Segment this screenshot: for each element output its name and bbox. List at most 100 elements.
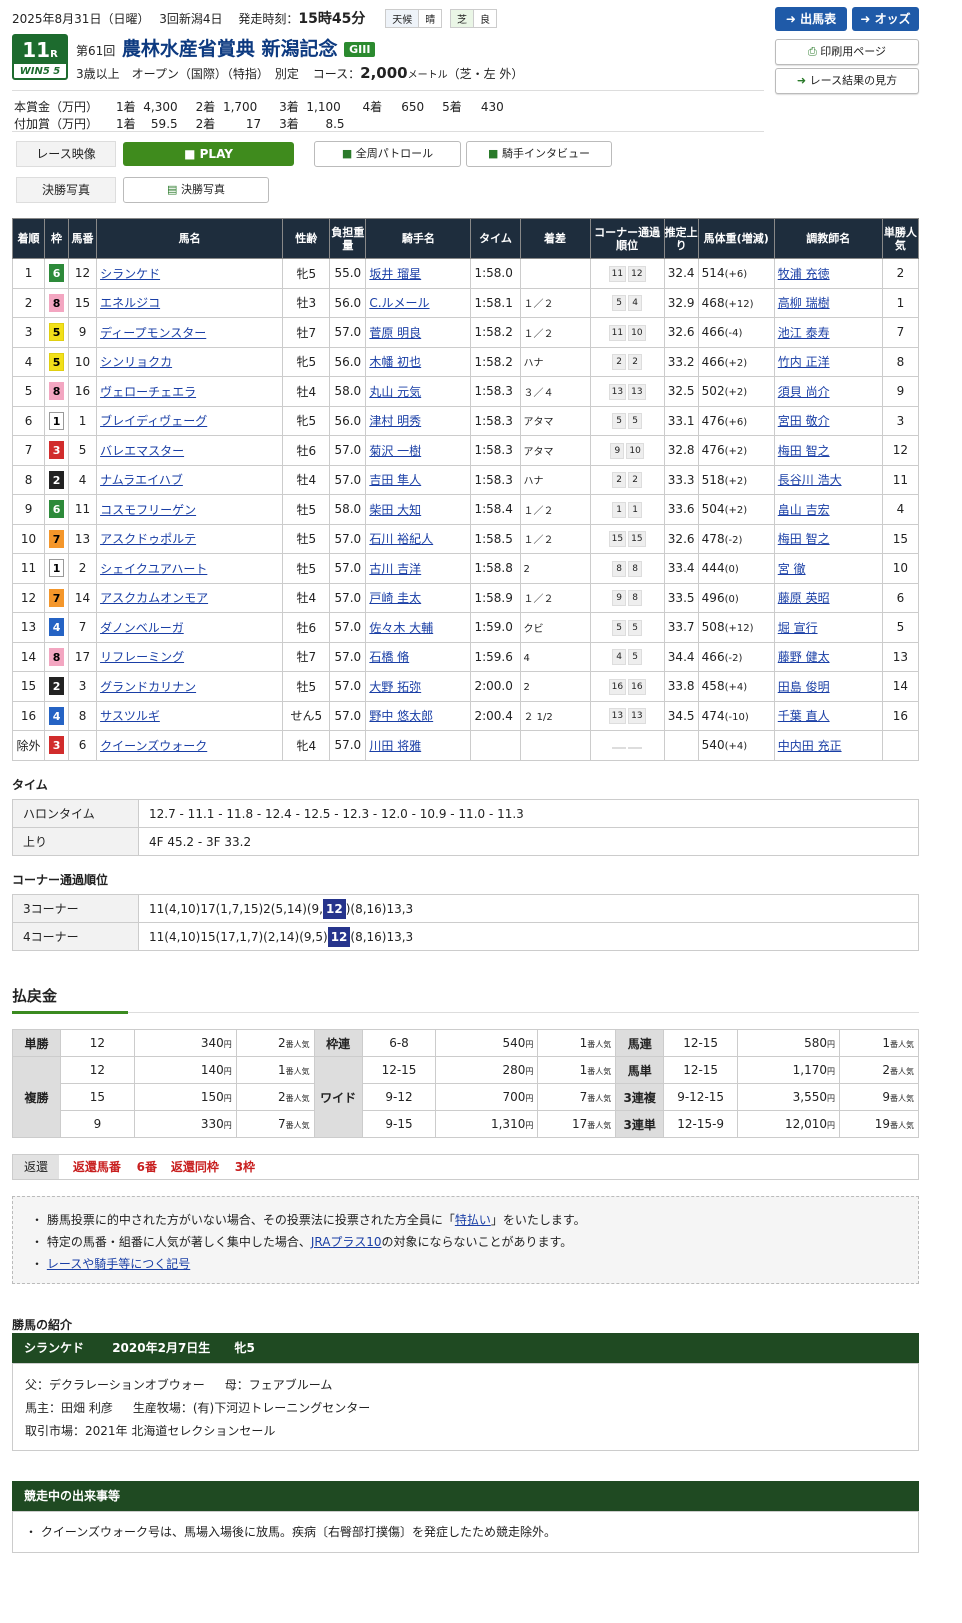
horse-name-link[interactable]: クイーンズウォーク	[100, 739, 207, 753]
horse-name-link[interactable]: シェイクユアハート	[100, 562, 207, 576]
odds-button[interactable]: ➜ オッズ	[852, 7, 919, 31]
trainer-link[interactable]: 池江 泰寿	[778, 326, 830, 340]
jockey-link[interactable]: 佐々木 大輔	[369, 621, 433, 635]
payout-combo: 9-12-15	[663, 1083, 739, 1111]
print-button[interactable]: ⎙ 印刷用ページ	[775, 39, 919, 65]
trainer-link[interactable]: 梅田 智之	[778, 532, 830, 546]
symbols-link[interactable]: レースや騎手等につく記号	[47, 1257, 190, 1271]
num-cell: 17	[68, 641, 98, 672]
howto-label: レース結果の見方	[809, 74, 898, 87]
col-weight: 負担重量	[329, 218, 367, 259]
jockey-link[interactable]: 石橋 脩	[369, 650, 409, 664]
horse-name-link[interactable]: シランケド	[100, 267, 160, 281]
trainer-link[interactable]: 宮 徹	[778, 562, 806, 576]
jockey-link[interactable]: 菊沢 一樹	[369, 444, 421, 458]
horse-number: 12	[74, 266, 91, 281]
jockey-link[interactable]: 川田 将雅	[369, 739, 421, 753]
jockey-link[interactable]: 石川 裕紀人	[369, 532, 433, 546]
patrol-button[interactable]: ■ 全周パトロール	[314, 141, 461, 167]
jockey-cell: 津村 明秀	[365, 405, 472, 436]
popularity: 2	[896, 266, 905, 281]
trainer-link[interactable]: 中内田 充正	[778, 739, 842, 753]
trainer-link[interactable]: 竹内 正洋	[778, 355, 830, 369]
winner-title: 勝馬の紹介	[12, 1318, 73, 1332]
jockey-cell: 石橋 脩	[365, 641, 472, 672]
horse-name-link[interactable]: サスツルギ	[100, 709, 160, 723]
horse-name-link[interactable]: ダノンベルーガ	[100, 621, 184, 635]
horse-name-link[interactable]: グランドカリナン	[100, 680, 196, 694]
trainer-link[interactable]: 千葉 直人	[778, 709, 830, 723]
rank-cell: 6	[11, 405, 46, 436]
horse-name-link[interactable]: リフレーミング	[100, 650, 184, 664]
finish-time: 1:58.3	[474, 472, 513, 487]
trainer-link[interactable]: 宮田 敬介	[778, 414, 830, 428]
payout-amount: 700	[502, 1090, 526, 1104]
trainer-link[interactable]: 長谷川 浩大	[778, 473, 842, 487]
winner-market: 取引市場：2021年 北海道セレクションセール	[25, 1424, 276, 1438]
interview-button[interactable]: ■ 騎手インタビュー	[466, 141, 612, 167]
howto-button[interactable]: ➜ レース結果の見方	[775, 68, 919, 94]
jockey-link[interactable]: 丸山 元気	[369, 385, 421, 399]
waku-cell: 3	[44, 730, 70, 761]
jockey-link[interactable]: 木幡 初也	[369, 355, 421, 369]
horse-number: 10	[74, 354, 91, 369]
trainer-link[interactable]: 藤野 健太	[778, 650, 830, 664]
last3f-cell: 32.5	[663, 376, 699, 407]
weight-cell: 57.0	[329, 317, 367, 348]
popularity: 5	[896, 620, 905, 635]
sanrentan-label: 3連単	[615, 1110, 665, 1138]
jockey-link[interactable]: 津村 明秀	[369, 414, 421, 428]
rank: 13	[20, 620, 37, 635]
jockey-link[interactable]: 坂井 瑠星	[369, 267, 421, 281]
trainer-link[interactable]: 高柳 瑞樹	[778, 296, 830, 310]
refund-waku-label: 返還同枠	[170, 1160, 219, 1174]
horse-name-link[interactable]: シンリョクカ	[100, 355, 172, 369]
jockey-link[interactable]: 野中 悠太郎	[369, 709, 433, 723]
trainer-link[interactable]: 須貝 尚介	[778, 385, 830, 399]
horse-name-link[interactable]: ディープモンスター	[100, 326, 206, 340]
entries-button[interactable]: ➜ 出馬表	[775, 7, 847, 31]
trainer-link[interactable]: 田島 俊明	[778, 680, 830, 694]
play-button[interactable]: ■ PLAY	[123, 142, 294, 166]
horse-name-link[interactable]: ヴェローチェエラ	[100, 385, 196, 399]
tokubarai-link[interactable]: 特払い	[455, 1213, 491, 1227]
horse-name-link[interactable]: ブレイディヴェーグ	[100, 414, 207, 428]
body-weight-diff: (-2)	[724, 652, 743, 664]
jockey-link[interactable]: 菅原 明良	[369, 326, 421, 340]
horse-name-link[interactable]: バレエマスター	[100, 444, 184, 458]
horse-name-link[interactable]: ナムラエイハブ	[100, 473, 183, 487]
horse-name-link[interactable]: エネルジコ	[100, 296, 160, 310]
body-weight-cell: 478(-2)	[697, 523, 775, 554]
jockey-link[interactable]: 古川 吉洋	[369, 562, 421, 576]
body-weight-diff: (+2)	[724, 505, 748, 517]
waku-badge: 2	[49, 470, 65, 489]
trainer-link[interactable]: 畠山 吉宏	[778, 503, 830, 517]
jra-plus10-link[interactable]: JRAプラス10	[311, 1235, 382, 1249]
race-date: 2025年8月31日（日曜）	[12, 12, 150, 26]
jockey-link[interactable]: 大野 拓弥	[369, 680, 421, 694]
trainer-link[interactable]: 堀 宣行	[778, 621, 818, 635]
waku-badge: 1	[49, 411, 65, 430]
jockey-link[interactable]: 吉田 隼人	[369, 473, 421, 487]
corner3-label: 3コーナー	[12, 894, 139, 923]
weight-cell: 57.0	[329, 671, 367, 702]
horse-name-link[interactable]: コスモフリーゲン	[100, 503, 196, 517]
race-name: 農林水産省賞典 新潟記念	[121, 38, 338, 60]
horse-name-link[interactable]: アスクドゥポルテ	[100, 532, 196, 546]
sex-age: 牡5	[296, 561, 317, 576]
last-3f: 33.2	[667, 354, 695, 369]
trainer-link[interactable]: 梅田 智之	[778, 444, 830, 458]
payout-combo: 15	[59, 1083, 135, 1111]
trainer-link[interactable]: 藤原 英昭	[778, 591, 830, 605]
ninki-unit: 番人気	[890, 1121, 914, 1130]
photo-button[interactable]: ▤ 決勝写真	[123, 177, 269, 203]
last3f-cell: 33.7	[663, 612, 699, 643]
jockey-link[interactable]: 柴田 大知	[369, 503, 421, 517]
jockey-link[interactable]: C.ルメール	[369, 296, 429, 310]
jockey-link[interactable]: 戸崎 圭太	[369, 591, 421, 605]
horse-cell: ヴェローチェエラ	[96, 376, 284, 407]
trainer-link[interactable]: 牧浦 充徳	[778, 267, 830, 281]
sex-cell: 牝5	[282, 258, 331, 289]
trainer-cell: 池江 泰寿	[773, 317, 883, 348]
horse-name-link[interactable]: アスクカムオンモア	[100, 591, 208, 605]
